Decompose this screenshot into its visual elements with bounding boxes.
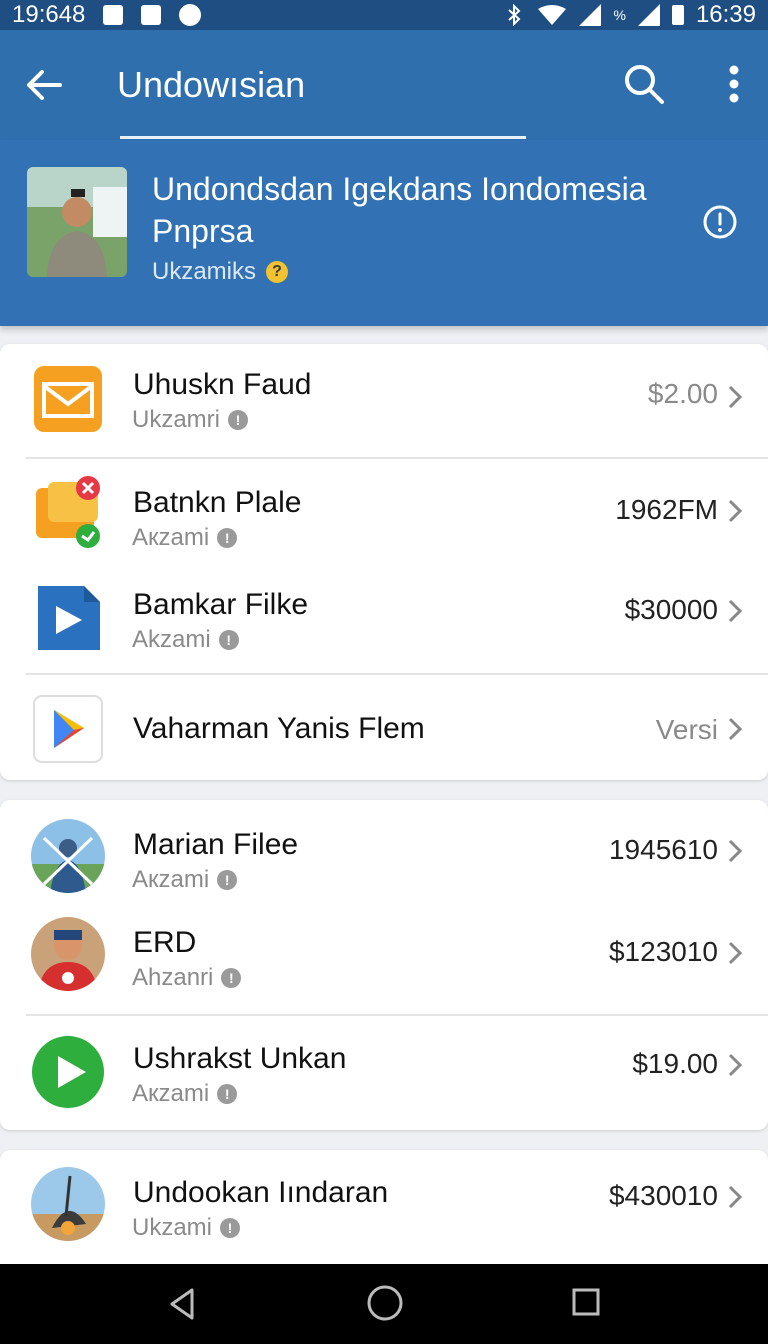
profile-name: Undondsdan Igekdans Iondomesia Pnprsa (152, 171, 647, 249)
alert-icon: ! (217, 528, 238, 548)
item-subtitle: Ahzanri ! (132, 964, 242, 992)
item-title: Marian Filee (133, 828, 299, 861)
mail-icon (34, 366, 102, 432)
item-subtitle-text: Ukzami (132, 1214, 213, 1241)
status-time-left: 19:648 (12, 1, 86, 28)
settings-card-1: Uhuskn Faud Ukzamri ! $2.00 Batnkn Plale… (0, 344, 768, 780)
profile-subtitle-text: Ukzamiks (152, 258, 257, 285)
item-title: Undookan Iındaran (133, 1176, 389, 1209)
profile-subtitle: Ukzamiks ? (152, 258, 289, 286)
avatar-icon (31, 819, 105, 893)
nav-recents-icon[interactable] (570, 1286, 602, 1318)
page-title: Undowısian (117, 64, 306, 105)
item-subtitle: Akzami ! (132, 626, 239, 654)
chevron-right-icon (728, 1185, 743, 1209)
help-icon[interactable]: ? (266, 261, 289, 283)
item-value: Versi (655, 714, 718, 745)
status-time-right: 16:39 (695, 1, 756, 28)
alert-icon: ! (217, 1084, 238, 1104)
tab-indicator (120, 136, 526, 139)
alert-icon: ! (218, 630, 239, 650)
chevron-right-icon (728, 1053, 743, 1077)
list-item[interactable]: Batnkn Plale Aкzami ! 1962FM (0, 460, 768, 560)
item-title: Bamkar Filke (133, 588, 309, 621)
item-title: Batnkn Plale (133, 486, 302, 519)
bluetooth-icon (508, 4, 521, 26)
play-store-icon (33, 695, 103, 763)
item-subtitle: Ukzami ! (132, 1214, 241, 1242)
alert-icon: ! (228, 410, 248, 430)
list-item[interactable]: Marian Filee Aкzami ! 1945610 (0, 800, 768, 904)
settings-card-3: Undookan Iındaran Ukzami ! $430010 (0, 1150, 768, 1274)
chevron-right-icon (728, 599, 743, 623)
item-value: $430010 (608, 1180, 718, 1211)
profile-header: Undondsdan Igekdans Iondomesia Pnprsa Uk… (0, 140, 768, 326)
chevron-right-icon (728, 839, 743, 863)
item-title: Uhuskn Faud (133, 368, 312, 401)
alert-icon: ! (221, 968, 242, 988)
nav-back-icon[interactable] (162, 1284, 202, 1324)
divider (26, 457, 768, 459)
item-subtitle: Aкzami ! (132, 524, 238, 552)
item-subtitle-text: Aкzami (132, 524, 210, 551)
item-value: 1945610 (608, 834, 718, 865)
media-icon (179, 4, 202, 26)
item-title: Ushrakst Unkan (133, 1042, 347, 1075)
check-icon (141, 5, 162, 25)
notification-icon (103, 5, 124, 25)
nav-home-icon[interactable] (364, 1282, 406, 1324)
item-value: $19.00 (632, 1048, 718, 1079)
item-subtitle-text: Aкzami (132, 1080, 210, 1107)
item-subtitle-text: Ukzamri (132, 406, 220, 433)
settings-card-2: Marian Filee Aкzami ! 1945610 ERD Ahzanr… (0, 800, 768, 1130)
item-value: $2.00 (647, 378, 718, 409)
item-subtitle: Aкzami ! (132, 1080, 238, 1108)
system-nav-bar (0, 1264, 768, 1344)
list-item[interactable]: Uhuskn Faud Ukzamri ! $2.00 (0, 344, 768, 458)
list-item[interactable]: Ushrakst Unkan Aкzami ! $19.00 (0, 1016, 768, 1130)
play-circle-icon (32, 1036, 104, 1108)
profile-photo (27, 167, 127, 277)
item-value: $123010 (608, 936, 718, 967)
signal-icon (579, 4, 602, 26)
item-value: 1962FM (615, 494, 718, 525)
more-vert-icon[interactable] (712, 60, 756, 108)
info-icon[interactable] (702, 204, 738, 240)
app-bar: Undowısian (0, 30, 768, 140)
signal-strength-icon (637, 4, 660, 26)
back-arrow-icon[interactable] (20, 60, 70, 110)
item-title: Vaharman Yanis Flem (133, 712, 425, 745)
chevron-right-icon (728, 499, 743, 523)
chevron-right-icon (728, 941, 743, 965)
play-file-icon (38, 586, 100, 650)
wifi-icon (538, 5, 567, 25)
list-item[interactable]: Undookan Iındaran Ukzami ! $430010 (0, 1150, 768, 1264)
status-bar: 19:648 % 16:39 (0, 0, 768, 30)
chevron-right-icon (728, 717, 743, 741)
item-value: $30000 (624, 594, 718, 625)
signal-label: % (613, 7, 626, 23)
folder-icon (36, 476, 100, 548)
item-subtitle-text: Akzami (132, 626, 211, 653)
avatar-icon (31, 917, 105, 991)
item-subtitle-text: Ahzanri (132, 964, 214, 991)
divider (26, 673, 768, 675)
alert-icon: ! (220, 1218, 241, 1238)
list-item[interactable]: ERD Ahzanri ! $123010 (0, 904, 768, 1014)
item-subtitle: Ukzamri ! (132, 406, 248, 434)
search-icon[interactable] (620, 60, 668, 108)
list-item[interactable]: Vaharman Yanis Flem Versi (0, 676, 768, 780)
item-subtitle-text: Aкzami (132, 866, 210, 893)
alert-icon: ! (217, 870, 238, 890)
chevron-right-icon (728, 385, 743, 409)
battery-icon (671, 5, 684, 25)
item-title: ERD (133, 926, 197, 959)
avatar-icon (31, 1167, 105, 1241)
list-item[interactable]: Bamkar Filke Akzami ! $30000 (0, 560, 768, 672)
item-subtitle: Aкzami ! (132, 866, 238, 894)
